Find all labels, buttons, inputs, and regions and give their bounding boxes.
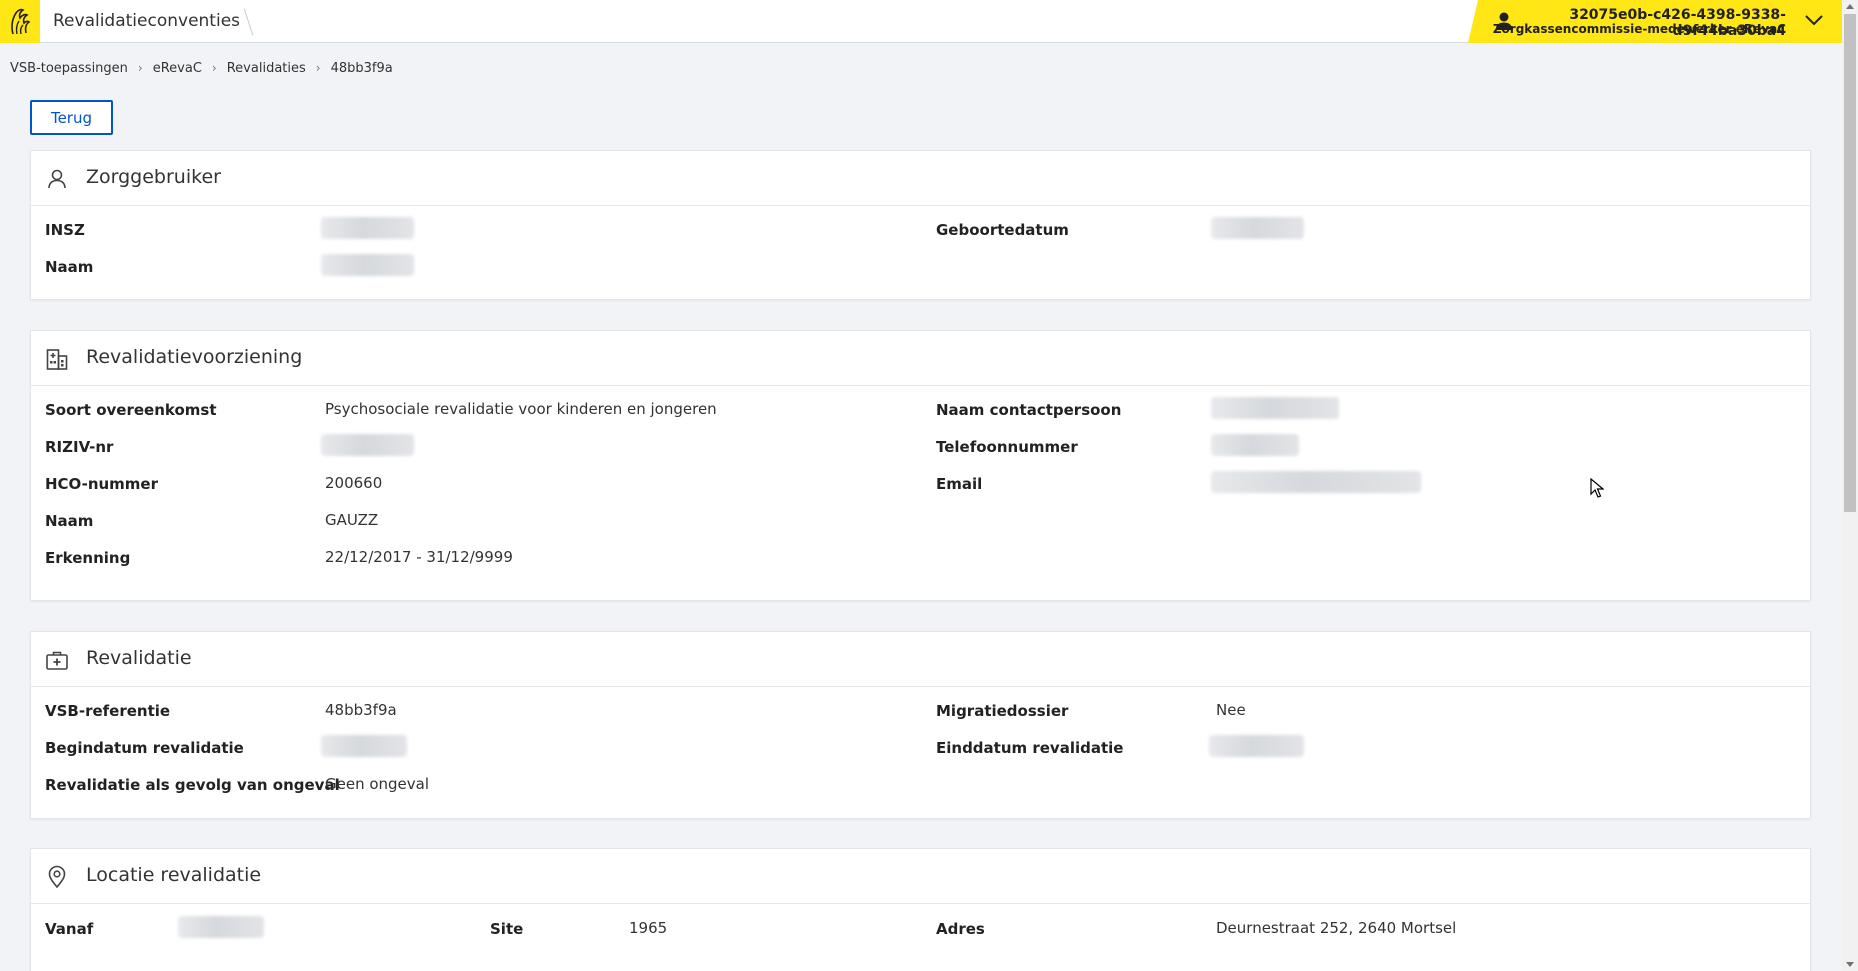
riziv-label: RIZIV-nr bbox=[45, 438, 114, 456]
vsb-referentie-label: VSB-referentie bbox=[45, 702, 171, 720]
telefoon-value-redacted bbox=[1211, 434, 1299, 456]
breadcrumb-item-vsb[interactable]: VSB-toepassingen bbox=[10, 61, 128, 76]
naam-value: GAUZZ bbox=[325, 511, 379, 529]
begindatum-value-redacted bbox=[321, 735, 407, 757]
vanaf-value-redacted bbox=[178, 916, 264, 938]
card-title: Revalidatievoorziening bbox=[86, 346, 303, 368]
card-header: Revalidatie bbox=[31, 632, 1810, 687]
naam-label: Naam bbox=[45, 512, 94, 530]
card-header: Revalidatievoorziening bbox=[31, 331, 1810, 386]
breadcrumb-item-erevac[interactable]: eRevaC bbox=[153, 61, 202, 76]
ongeval-label: Revalidatie als gevolg van ongeval bbox=[45, 776, 340, 794]
erkenning-value: 22/12/2017 - 31/12/9999 bbox=[325, 548, 513, 566]
scroll-down-arrow[interactable] bbox=[1846, 962, 1854, 967]
medical-case-icon bbox=[46, 651, 68, 670]
card-header: Locatie revalidatie bbox=[31, 849, 1810, 904]
card-title: Locatie revalidatie bbox=[86, 864, 262, 886]
user-menu[interactable]: 32075e0b-c426-4398-9338-d9f44ba30ba4 Zor… bbox=[1468, 0, 1842, 43]
user-icon bbox=[48, 169, 66, 189]
email-label: Email bbox=[936, 475, 983, 493]
migratiedossier-label: Migratiedossier bbox=[936, 702, 1069, 720]
migratiedossier-value: Nee bbox=[1216, 701, 1246, 719]
breadcrumb-separator: › bbox=[137, 61, 143, 75]
card-zorggebruiker: Zorggebruiker INSZ Naam Geboortedatum bbox=[30, 150, 1811, 300]
einddatum-label: Einddatum revalidatie bbox=[936, 739, 1124, 757]
email-value-redacted bbox=[1211, 471, 1421, 493]
flemish-lion-logo[interactable] bbox=[0, 0, 40, 43]
chevron-down-icon[interactable] bbox=[1804, 13, 1824, 27]
vanaf-label: Vanaf bbox=[45, 920, 94, 938]
naam-value-redacted bbox=[321, 254, 414, 276]
scroll-up-arrow[interactable] bbox=[1846, 4, 1854, 9]
geboortedatum-label: Geboortedatum bbox=[936, 221, 1069, 239]
card-revalidatie: Revalidatie VSB-referentie 48bb3f9a Begi… bbox=[30, 631, 1811, 819]
adres-label: Adres bbox=[936, 920, 985, 938]
hco-value: 200660 bbox=[325, 474, 383, 492]
einddatum-value-redacted bbox=[1209, 735, 1304, 757]
erkenning-label: Erkenning bbox=[45, 549, 131, 567]
app-title[interactable]: Revalidatieconventies bbox=[53, 11, 240, 31]
begindatum-label: Begindatum revalidatie bbox=[45, 739, 244, 757]
naam-label: Naam bbox=[45, 258, 94, 276]
ongeval-value: Geen ongeval bbox=[325, 775, 430, 793]
hco-label: HCO-nummer bbox=[45, 475, 159, 493]
title-divider bbox=[243, 8, 254, 36]
card-locatie-revalidatie: Locatie revalidatie Vanaf Site 1965 Adre… bbox=[30, 848, 1811, 971]
breadcrumb: VSB-toepassingen › eRevaC › Revalidaties… bbox=[10, 59, 393, 77]
insz-value-redacted bbox=[321, 217, 414, 239]
mouse-cursor-icon bbox=[1590, 478, 1604, 498]
telefoon-label: Telefoonnummer bbox=[936, 438, 1078, 456]
scrollbar-thumb[interactable] bbox=[1844, 14, 1856, 512]
card-revalidatievoorziening: Revalidatievoorziening Soort overeenkoms… bbox=[30, 330, 1811, 601]
riziv-value-redacted bbox=[321, 434, 414, 456]
site-value: 1965 bbox=[629, 919, 668, 937]
breadcrumb-separator: › bbox=[315, 61, 321, 75]
contactpersoon-value-redacted bbox=[1211, 397, 1339, 419]
breadcrumb-item-revalidaties[interactable]: Revalidaties bbox=[227, 61, 306, 76]
location-pin-icon bbox=[48, 865, 66, 889]
breadcrumb-separator: › bbox=[211, 61, 217, 75]
geboortedatum-value-redacted bbox=[1211, 217, 1304, 239]
user-role: Zorgkassencommissie-medewerker eRevaC bbox=[1492, 22, 1786, 36]
contactpersoon-label: Naam contactpersoon bbox=[936, 401, 1122, 419]
soort-overeenkomst-value: Psychosociale revalidatie voor kinderen … bbox=[325, 400, 717, 418]
top-header: Revalidatieconventies 32075e0b-c426-4398… bbox=[0, 0, 1842, 43]
back-button[interactable]: Terug bbox=[30, 100, 113, 135]
adres-value: Deurnestraat 252, 2640 Mortsel bbox=[1216, 919, 1457, 937]
site-label: Site bbox=[490, 920, 524, 938]
breadcrumb-item-current: 48bb3f9a bbox=[330, 60, 393, 76]
card-title: Zorggebruiker bbox=[86, 166, 221, 188]
card-title: Revalidatie bbox=[86, 647, 192, 669]
card-header: Zorggebruiker bbox=[31, 151, 1810, 206]
insz-label: INSZ bbox=[45, 221, 85, 239]
vertical-scrollbar[interactable] bbox=[1842, 0, 1858, 971]
vsb-referentie-value: 48bb3f9a bbox=[325, 701, 397, 719]
building-icon bbox=[46, 349, 68, 370]
lion-icon bbox=[11, 8, 31, 34]
soort-overeenkomst-label: Soort overeenkomst bbox=[45, 401, 217, 419]
